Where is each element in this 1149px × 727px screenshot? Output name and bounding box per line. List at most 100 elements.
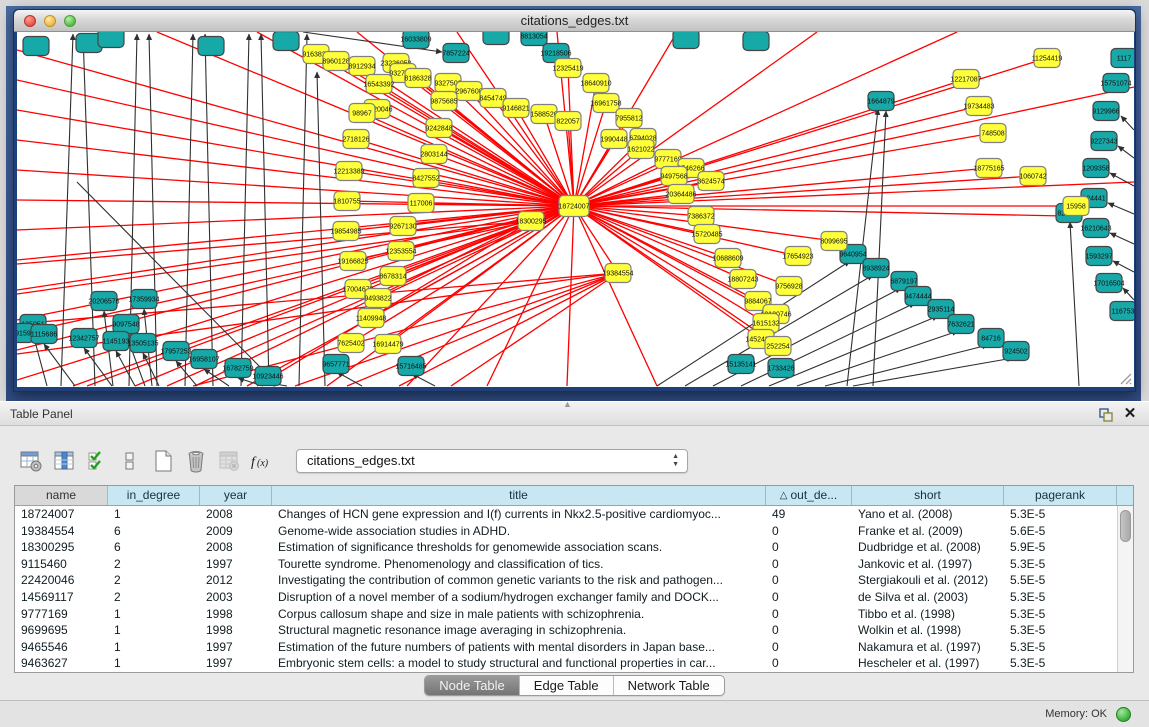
yellow-node[interactable]: 9497568 <box>660 167 687 186</box>
yellow-node[interactable]: 18640910 <box>580 74 611 93</box>
cell-title[interactable]: Embryonic stem cells: a model to study s… <box>272 655 766 672</box>
table-scrollbar[interactable] <box>1117 506 1133 672</box>
yellow-node[interactable]: 98967 <box>349 104 375 123</box>
table-column-button[interactable] <box>51 448 77 474</box>
green-checks-button[interactable] <box>84 448 110 474</box>
cell-short[interactable]: Stergiakouli et al. (2012) <box>852 572 1004 589</box>
cell-short[interactable]: Yano et al. (2008) <box>852 506 1004 523</box>
teal-node[interactable] <box>483 32 509 45</box>
teal-node[interactable]: 1209358 <box>1082 159 1109 178</box>
cell-pagerank[interactable]: 5.9E-5 <box>1004 539 1117 556</box>
teal-node[interactable]: 16210643 <box>1080 219 1111 238</box>
cell-out-de-[interactable]: 49 <box>766 506 852 523</box>
cell-title[interactable]: Disruption of a novel member of a sodium… <box>272 589 766 606</box>
yellow-node[interactable]: 16543392 <box>363 75 394 94</box>
yellow-node[interactable]: 19734483 <box>963 97 994 116</box>
teal-node[interactable]: 1145193 <box>103 332 130 351</box>
cell-title[interactable]: Genome-wide association studies in ADHD. <box>272 523 766 540</box>
yellow-node[interactable]: 11409948 <box>356 309 387 328</box>
teal-node[interactable] <box>273 32 299 51</box>
teal-node[interactable]: 9097548 <box>112 315 139 334</box>
cell-in-degree[interactable]: 1 <box>108 606 200 623</box>
splitter-handle-icon[interactable]: ▲ <box>563 399 572 409</box>
yellow-node[interactable]: 7955812 <box>615 109 642 128</box>
teal-node[interactable]: 12342757 <box>68 329 99 348</box>
cell-short[interactable]: Jankovic et al. (1997) <box>852 556 1004 573</box>
cell-pagerank[interactable]: 5.3E-5 <box>1004 606 1117 623</box>
yellow-node[interactable]: 7386372 <box>687 207 714 226</box>
yellow-node[interactable]: 9267130 <box>389 217 416 236</box>
yellow-node[interactable]: 3624574 <box>697 172 724 191</box>
cell-out-de-[interactable]: 0 <box>766 556 852 573</box>
table-row[interactable]: 1830029562008Estimation of significance … <box>15 539 1117 556</box>
cell-year[interactable]: 1998 <box>200 622 272 639</box>
yellow-node[interactable]: 8186328 <box>404 69 431 88</box>
cell-title[interactable]: Changes of HCN gene expression and I(f) … <box>272 506 766 523</box>
yellow-node[interactable]: 18775165 <box>973 159 1004 178</box>
teal-node[interactable]: 1664879 <box>867 92 894 111</box>
teal-node[interactable] <box>743 32 769 51</box>
cell-year[interactable]: 2008 <box>200 506 272 523</box>
cell-year[interactable]: 2009 <box>200 523 272 540</box>
table-row[interactable]: 969969511998Structural magnetic resonanc… <box>15 622 1117 639</box>
yellow-node[interactable]: 2803144 <box>420 145 447 164</box>
teal-node[interactable] <box>98 32 124 48</box>
yellow-node[interactable]: 1810755 <box>333 192 360 211</box>
yellow-node[interactable]: 9493822 <box>364 289 391 308</box>
cell-short[interactable]: Dudbridge et al. (2008) <box>852 539 1004 556</box>
yellow-node[interactable]: 8678314 <box>379 267 406 286</box>
teal-node[interactable] <box>673 32 699 49</box>
cell-short[interactable]: Franke et al. (2009) <box>852 523 1004 540</box>
yellow-node[interactable]: 19384554 <box>602 264 633 283</box>
close-panel-icon[interactable]: ✕ <box>1121 405 1139 423</box>
yellow-node[interactable]: 1621022 <box>627 140 654 159</box>
cell-out-de-[interactable]: 0 <box>766 639 852 656</box>
cell-year[interactable]: 1997 <box>200 639 272 656</box>
yellow-node[interactable]: 10688609 <box>712 249 743 268</box>
yellow-node[interactable]: 8099695 <box>820 232 847 251</box>
yellow-node[interactable]: 20364486 <box>665 185 696 204</box>
yellow-node[interactable]: 17654923 <box>782 247 813 266</box>
yellow-node[interactable]: 2718126 <box>342 130 369 149</box>
cell-year[interactable]: 2008 <box>200 539 272 556</box>
yellow-node[interactable]: 12217087 <box>950 70 981 89</box>
teal-node[interactable]: 16782759 <box>222 359 253 378</box>
network-graph[interactable]: 2020657617359934135051391591115686123427… <box>17 32 1134 387</box>
table-scrollbar-thumb[interactable] <box>1120 510 1131 542</box>
cell-pagerank[interactable]: 5.3E-5 <box>1004 622 1117 639</box>
network-window-titlebar[interactable]: citations_edges.txt <box>14 10 1135 32</box>
resize-grip-icon[interactable] <box>1117 370 1133 386</box>
teal-node[interactable]: 84716 <box>978 329 1004 348</box>
table-row[interactable]: 911546021997Tourette syndrome. Phenomeno… <box>15 556 1117 573</box>
teal-node[interactable]: 15751074 <box>1100 74 1131 93</box>
yellow-node[interactable]: 12353554 <box>385 242 416 261</box>
cell-short[interactable]: de Silva et al. (2003) <box>852 589 1004 606</box>
teal-node[interactable]: 1593297 <box>1085 247 1112 266</box>
teal-node[interactable]: 10923446 <box>252 367 283 386</box>
yellow-node[interactable]: 9242848 <box>425 119 452 138</box>
cell-in-degree[interactable]: 6 <box>108 539 200 556</box>
cell-title[interactable]: Estimation of the future numbers of pati… <box>272 639 766 656</box>
tab-network-table[interactable]: Network Table <box>614 676 724 695</box>
cell-out-de-[interactable]: 0 <box>766 523 852 540</box>
teal-node[interactable]: 17016504 <box>1093 274 1124 293</box>
yellow-node[interactable]: 18724007 <box>558 196 589 217</box>
teal-node[interactable]: 924502 <box>1003 342 1029 361</box>
column-header-pagerank[interactable]: pagerank <box>1004 486 1117 505</box>
cell-name[interactable]: 9777169 <box>15 606 108 623</box>
teal-node[interactable] <box>23 37 49 56</box>
teal-node[interactable]: 17359934 <box>128 290 159 309</box>
table-row[interactable]: 1872400712008Changes of HCN gene express… <box>15 506 1117 523</box>
cell-name[interactable]: 9465546 <box>15 639 108 656</box>
cell-short[interactable]: Nakamura et al. (1997) <box>852 639 1004 656</box>
table-row[interactable]: 1456911722003Disruption of a novel membe… <box>15 589 1117 606</box>
cell-year[interactable]: 1998 <box>200 606 272 623</box>
cell-name[interactable]: 22420046 <box>15 572 108 589</box>
cell-out-de-[interactable]: 0 <box>766 572 852 589</box>
table-row[interactable]: 977716911998Corpus callosum shape and si… <box>15 606 1117 623</box>
teal-node[interactable]: 8938924 <box>862 259 889 278</box>
yellow-node[interactable]: 19166825 <box>337 252 368 271</box>
column-header-short[interactable]: short <box>852 486 1004 505</box>
teal-node[interactable]: 17957253 <box>160 342 191 361</box>
yellow-node[interactable]: 1588520 <box>530 105 557 124</box>
